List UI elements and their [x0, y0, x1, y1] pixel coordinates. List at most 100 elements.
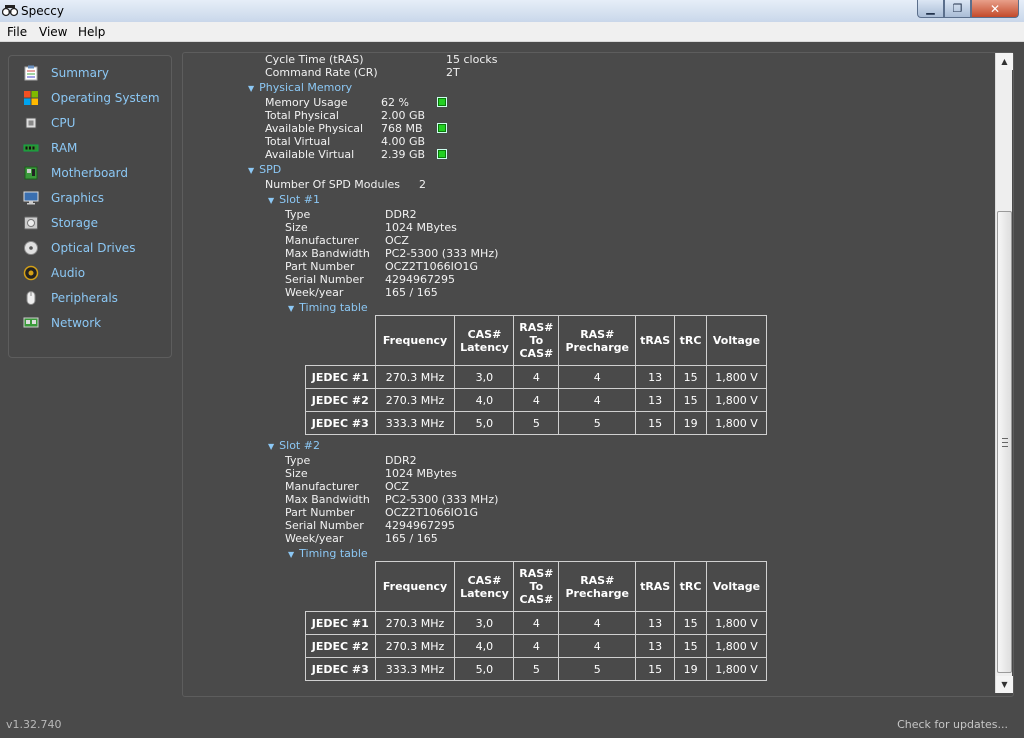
- slot-2-size-value: 1024 MBytes: [385, 467, 457, 480]
- available-physical-value: 768 MB: [381, 122, 423, 135]
- table-header: RAS# Precharge: [558, 561, 637, 612]
- mouse-icon: [26, 291, 36, 305]
- slot-2-part-number-value: OCZ2T1066IO1G: [385, 506, 479, 519]
- sidebar-item-motherboard[interactable]: Motherboard: [23, 163, 128, 183]
- slot-1-part-number-value: OCZ2T1066IO1G: [385, 260, 479, 273]
- menu-bar: File View Help: [0, 22, 1024, 42]
- menu-file[interactable]: File: [7, 25, 27, 39]
- slot-1-manufacturer-label: Manufacturer: [285, 234, 359, 247]
- table-row: JEDEC #2 270.3 MHz 4,0 4 4 13 15 1,800 V: [305, 634, 767, 658]
- collapse-caret-icon: ▼: [248, 84, 255, 93]
- sidebar-item-ram[interactable]: RAM: [23, 138, 77, 158]
- collapse-caret-icon: ▼: [248, 166, 255, 175]
- network-icon: [23, 317, 39, 328]
- slot-1-serial-label: Serial Number: [285, 273, 364, 286]
- slot-1-type-label: Type: [285, 208, 311, 221]
- sidebar-item-storage[interactable]: Storage: [23, 213, 98, 233]
- slot-2-manufacturer-label: Manufacturer: [285, 480, 359, 493]
- spd-modules-label: Number Of SPD Modules: [265, 178, 401, 191]
- slot-2-timing-heading[interactable]: ▼ Timing table: [288, 547, 368, 560]
- table-header: tRAS: [635, 315, 676, 366]
- sidebar-item-cpu[interactable]: CPU: [23, 113, 75, 133]
- check-for-updates-link[interactable]: Check for updates...: [897, 718, 1008, 731]
- slot-2-type-label: Type: [285, 454, 311, 467]
- slot-2-week-year-value: 165 / 165: [385, 532, 438, 545]
- sidebar-item-summary[interactable]: Summary: [23, 63, 109, 83]
- window-title: Speccy: [21, 4, 64, 18]
- scrollbar-grip-icon: [1002, 438, 1008, 447]
- spd-modules-value: 2: [419, 178, 426, 191]
- sidebar-item-network[interactable]: Network: [23, 313, 101, 333]
- table-header: Voltage: [706, 561, 767, 612]
- slot-1-bandwidth-label: Max Bandwidth: [285, 247, 370, 260]
- table-header: Voltage: [706, 315, 767, 366]
- slot-2-timing-table: Frequency CAS# Latency RAS# To CAS# RAS#…: [305, 561, 767, 681]
- slot-1-heading[interactable]: ▼ Slot #1: [268, 193, 320, 206]
- clipboard-icon: [24, 65, 38, 81]
- scrollbar-thumb[interactable]: [997, 211, 1012, 673]
- ram-module-icon: [23, 144, 39, 152]
- hard-drive-icon: [24, 216, 38, 230]
- slot-2-part-number-label: Part Number: [285, 506, 355, 519]
- sidebar-item-optical-drives[interactable]: Optical Drives: [23, 238, 135, 258]
- memory-usage-label: Memory Usage: [265, 96, 348, 109]
- collapse-caret-icon: ▼: [288, 304, 295, 313]
- table-row: JEDEC #1 270.3 MHz 3,0 4 4 13 15 1,800 V: [305, 611, 767, 635]
- slot-2-type-value: DDR2: [385, 454, 417, 467]
- slot-2-serial-label: Serial Number: [285, 519, 364, 532]
- table-header: tRAS: [635, 561, 676, 612]
- slot-1-size-label: Size: [285, 221, 308, 234]
- slot-1-manufacturer-value: OCZ: [385, 234, 409, 247]
- status-indicator-icon: [437, 123, 447, 133]
- total-physical-label: Total Physical: [265, 109, 339, 122]
- available-virtual-value: 2.39 GB: [381, 148, 426, 161]
- title-bar[interactable]: Speccy ▁ ❐ ✕: [0, 0, 1024, 22]
- cycle-time-value: 15 clocks: [446, 53, 498, 66]
- slot-1-week-year-value: 165 / 165: [385, 286, 438, 299]
- collapse-caret-icon: ▼: [268, 196, 275, 205]
- slot-2-bandwidth-value: PC2-5300 (333 MHz): [385, 493, 499, 506]
- status-indicator-icon: [437, 97, 447, 107]
- physical-memory-heading[interactable]: ▼ Physical Memory: [248, 81, 352, 94]
- collapse-caret-icon: ▼: [288, 550, 295, 559]
- available-physical-label: Available Physical: [265, 122, 364, 135]
- spd-heading[interactable]: ▼ SPD: [248, 163, 281, 176]
- window-controls: ▁ ❐ ✕: [917, 0, 1019, 18]
- scroll-down-arrow-icon[interactable]: ▼: [996, 676, 1013, 693]
- sidebar-item-peripherals[interactable]: Peripherals: [23, 288, 118, 308]
- close-button[interactable]: ✕: [971, 0, 1019, 18]
- motherboard-icon: [24, 166, 38, 180]
- minimize-button[interactable]: ▁: [917, 0, 944, 18]
- total-physical-value: 2.00 GB: [381, 109, 426, 122]
- windows-logo-icon: [24, 91, 38, 105]
- slot-1-timing-table: Frequency CAS# Latency RAS# To CAS# RAS#…: [305, 315, 767, 435]
- sidebar-item-graphics[interactable]: Graphics: [23, 188, 104, 208]
- slot-2-size-label: Size: [285, 467, 308, 480]
- menu-help[interactable]: Help: [78, 25, 105, 39]
- table-header: tRC: [674, 561, 708, 612]
- maximize-button[interactable]: ❐: [944, 0, 971, 18]
- cpu-chip-icon: [25, 117, 37, 129]
- memory-usage-value: 62 %: [381, 96, 409, 109]
- cycle-time-label: Cycle Time (tRAS): [265, 53, 364, 66]
- vertical-scrollbar[interactable]: ▲ ▼: [995, 53, 1013, 693]
- menu-view[interactable]: View: [39, 25, 67, 39]
- scroll-up-arrow-icon[interactable]: ▲: [996, 53, 1013, 70]
- slot-2-heading[interactable]: ▼ Slot #2: [268, 439, 320, 452]
- slot-1-size-value: 1024 MBytes: [385, 221, 457, 234]
- table-row: JEDEC #3 333.3 MHz 5,0 5 5 15 19 1,800 V: [305, 657, 767, 681]
- slot-2-week-year-label: Week/year: [285, 532, 344, 545]
- sidebar-item-operating-system[interactable]: Operating System: [23, 88, 160, 108]
- sidebar-item-audio[interactable]: Audio: [23, 263, 85, 283]
- slot-1-timing-heading[interactable]: ▼ Timing table: [288, 301, 368, 314]
- slot-2-bandwidth-label: Max Bandwidth: [285, 493, 370, 506]
- table-header: CAS# Latency: [454, 561, 515, 612]
- slot-2-manufacturer-value: OCZ: [385, 480, 409, 493]
- slot-1-part-number-label: Part Number: [285, 260, 355, 273]
- speccy-app-icon: [2, 5, 18, 17]
- table-header: RAS# To CAS#: [513, 561, 560, 612]
- collapse-caret-icon: ▼: [268, 442, 275, 451]
- total-virtual-value: 4.00 GB: [381, 135, 426, 148]
- status-indicator-icon: [437, 149, 447, 159]
- table-row: JEDEC #3 333.3 MHz 5,0 5 5 15 19 1,800 V: [305, 411, 767, 435]
